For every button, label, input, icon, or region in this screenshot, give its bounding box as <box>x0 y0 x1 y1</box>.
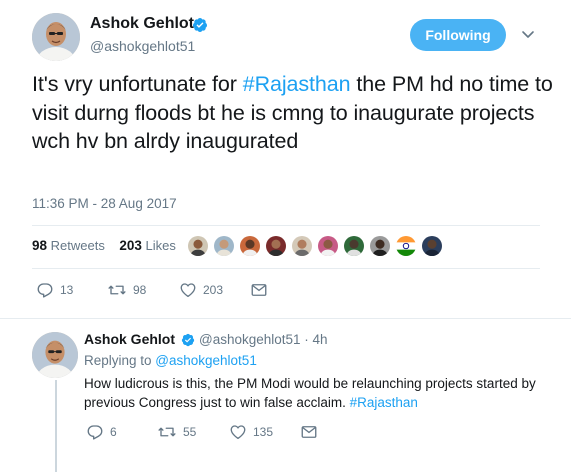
replying-to: Replying to @ashokgehlot51 <box>84 353 257 368</box>
reply-action[interactable]: 13 <box>36 281 73 299</box>
retweets-stat[interactable]: 98 Retweets <box>32 238 105 253</box>
retweets-label: Retweets <box>50 238 105 253</box>
retweet-action[interactable]: 55 <box>157 423 196 441</box>
reply-icon <box>37 283 53 298</box>
like-action[interactable]: 135 <box>229 423 273 441</box>
liker-avatar[interactable] <box>395 235 417 257</box>
tweet-separator <box>0 318 571 319</box>
following-button[interactable]: Following <box>410 19 506 51</box>
direct-message-action[interactable] <box>250 281 274 299</box>
hashtag-link[interactable]: #Rajasthan <box>350 395 418 410</box>
author-avatar[interactable] <box>32 13 80 61</box>
liker-avatar[interactable] <box>343 235 365 257</box>
liker-avatar[interactable] <box>317 235 339 257</box>
heart-icon <box>230 425 246 440</box>
liker-avatar[interactable] <box>421 235 443 257</box>
tweet-stats: 98 Retweets 203 Likes <box>32 238 176 253</box>
thread-line <box>55 380 57 472</box>
retweet-count: 55 <box>183 425 197 439</box>
reply-author-avatar[interactable] <box>32 332 78 378</box>
liker-avatar[interactable] <box>187 235 209 257</box>
main-tweet: Ashok Gehlot @ashokgehlot51 Following It… <box>0 0 571 319</box>
retweet-action[interactable]: 98 <box>107 281 146 299</box>
retweet-icon <box>108 285 126 295</box>
liker-avatar[interactable] <box>291 235 313 257</box>
author-name[interactable]: Ashok Gehlot <box>90 15 194 33</box>
like-action[interactable]: 203 <box>179 281 223 299</box>
reply-icon <box>87 425 103 440</box>
divider <box>32 268 540 269</box>
likes-label: Likes <box>145 238 176 253</box>
like-count: 203 <box>203 283 224 297</box>
retweets-count: 98 <box>32 238 48 253</box>
liker-avatar[interactable] <box>265 235 287 257</box>
likes-count: 203 <box>119 238 142 253</box>
divider <box>32 225 540 226</box>
tweet-text-part: It's vry unfortunate for <box>32 72 243 96</box>
author-handle[interactable]: @ashokgehlot51 <box>90 38 195 54</box>
tweet-timestamp[interactable]: 11:36 PM - 28 Aug 2017 <box>32 196 177 211</box>
chevron-down-icon[interactable] <box>520 26 536 42</box>
envelope-icon <box>251 284 267 296</box>
replying-to-handle-link[interactable]: @ashokgehlot51 <box>155 353 257 368</box>
reply-author-name[interactable]: Ashok Gehlot <box>84 331 175 347</box>
heart-icon <box>180 283 196 298</box>
retweet-icon <box>158 427 176 437</box>
reply-handle-time[interactable]: @ashokgehlot51 · 4h <box>199 332 328 347</box>
liker-avatar[interactable] <box>239 235 261 257</box>
liker-avatar[interactable] <box>213 235 235 257</box>
verified-badge-icon <box>181 333 195 347</box>
verified-badge-icon <box>192 17 208 33</box>
reply-count: 13 <box>60 283 74 297</box>
like-count: 135 <box>253 425 274 439</box>
envelope-icon <box>301 426 317 438</box>
liker-avatar[interactable] <box>369 235 391 257</box>
reply-text-body: How ludicrous is this, the PM Modi would… <box>84 376 536 410</box>
likes-stat[interactable]: 203 Likes <box>119 238 176 253</box>
tweet-text: It's vry unfortunate for #Rajasthan the … <box>32 70 557 156</box>
reply-action[interactable]: 6 <box>86 423 117 441</box>
reply-text: How ludicrous is this, the PM Modi would… <box>84 374 564 412</box>
replying-to-label: Replying to <box>84 353 156 368</box>
direct-message-action[interactable] <box>300 423 324 441</box>
hashtag-link[interactable]: #Rajasthan <box>243 72 351 96</box>
retweet-count: 98 <box>133 283 147 297</box>
reply-count: 6 <box>110 425 117 439</box>
